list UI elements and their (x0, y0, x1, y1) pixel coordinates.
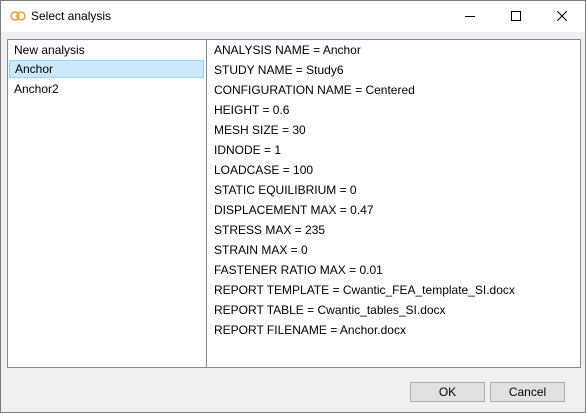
detail-analysis-name: ANALYSIS NAME = Anchor (214, 43, 361, 57)
list-item-anchor[interactable]: Anchor (9, 60, 204, 78)
detail-idnode: IDNODE = 1 (214, 143, 282, 157)
detail-mesh-size: MESH SIZE = 30 (214, 123, 306, 137)
list-item-anchor2[interactable]: Anchor2 (9, 80, 204, 98)
title-bar[interactable]: Select analysis (1, 1, 585, 32)
analysis-details: ANALYSIS NAME = Anchor STUDY NAME = Stud… (206, 39, 581, 368)
detail-configuration-name: CONFIGURATION NAME = Centered (214, 83, 415, 97)
detail-report-filename: REPORT FILENAME = Anchor.docx (214, 323, 406, 337)
detail-study-name: STUDY NAME = Study6 (214, 63, 344, 77)
detail-static-equilibrium: STATIC EQUILIBRIUM = 0 (214, 183, 357, 197)
detail-strain-max: STRAIN MAX = 0 (214, 243, 308, 257)
ok-button[interactable]: OK (410, 382, 485, 402)
close-button[interactable] (539, 1, 585, 32)
maximize-button[interactable] (493, 1, 539, 32)
detail-stress-max: STRESS MAX = 235 (214, 223, 326, 237)
maximize-icon (511, 10, 521, 24)
detail-report-template: REPORT TEMPLATE = Cwantic_FEA_template_S… (214, 283, 515, 297)
detail-height: HEIGHT = 0.6 (214, 103, 290, 117)
cancel-button[interactable]: Cancel (490, 382, 565, 402)
close-icon (556, 10, 568, 24)
detail-loadcase: LOADCASE = 100 (214, 163, 314, 177)
minimize-button[interactable] (447, 1, 493, 32)
detail-fastener-ratio-max: FASTENER RATIO MAX = 0.01 (214, 263, 383, 277)
app-icon (10, 10, 26, 22)
minimize-icon (465, 10, 475, 24)
detail-displacement-max: DISPLACEMENT MAX = 0.47 (214, 203, 374, 217)
detail-report-table: REPORT TABLE = Cwantic_tables_SI.docx (214, 303, 446, 317)
analysis-list[interactable]: New analysis Anchor Anchor2 (7, 39, 208, 368)
list-item-new-analysis[interactable]: New analysis (9, 41, 204, 59)
select-analysis-dialog: Select analysis New analysis Anchor Anch… (0, 0, 586, 413)
window-title: Select analysis (31, 9, 112, 23)
